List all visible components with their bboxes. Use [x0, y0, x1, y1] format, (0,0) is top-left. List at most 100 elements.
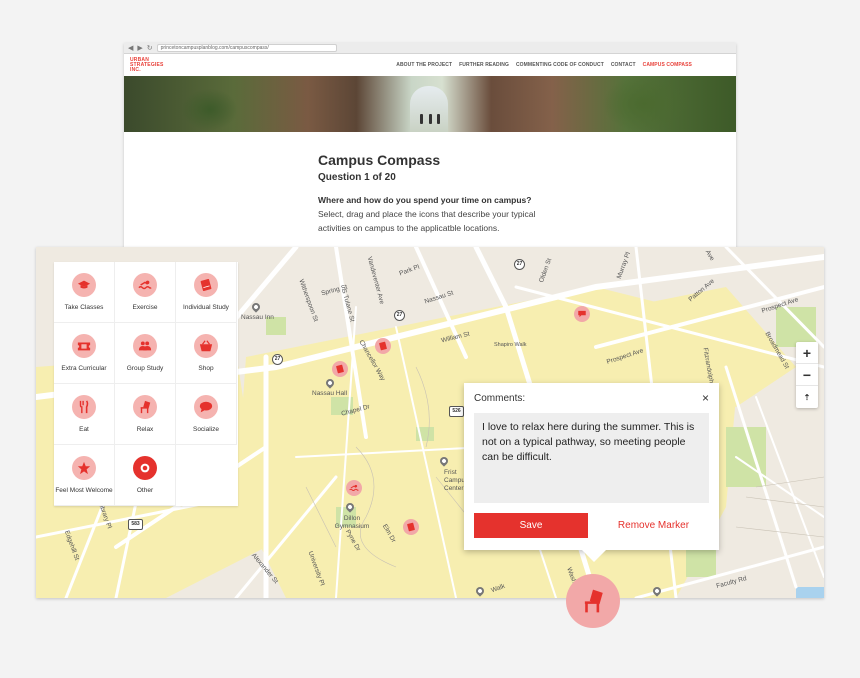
- page-title: Campus Compass: [318, 152, 441, 168]
- palette-icon-bg: [194, 395, 218, 419]
- nav-code-of-conduct[interactable]: COMMENTING CODE OF CONDUCT: [516, 62, 604, 68]
- question-counter: Question 1 of 20: [318, 172, 396, 183]
- star-icon: [77, 461, 91, 475]
- map-label-nassau-inn: Nassau Inn: [241, 314, 274, 321]
- save-button[interactable]: Save: [474, 513, 588, 538]
- group-icon: [138, 341, 152, 351]
- address-bar-row: ◀ ▶ ↻ princetoncampusplanblog.com/campus…: [124, 43, 736, 54]
- swimmer-icon: [349, 484, 359, 491]
- zoom-in-button[interactable]: +: [796, 342, 818, 364]
- chair-icon: [584, 589, 603, 613]
- palette-exercise[interactable]: Exercise: [115, 262, 176, 323]
- palette-eat[interactable]: Eat: [54, 384, 115, 445]
- palette-take-classes[interactable]: Take Classes: [54, 262, 115, 323]
- palette-icon-bg: [72, 395, 96, 419]
- selected-marker-relax[interactable]: [566, 574, 620, 628]
- popup-title: Comments:: [474, 392, 526, 404]
- palette-icon-bg: [194, 334, 218, 358]
- palette-label: Group Study: [126, 365, 164, 372]
- book-icon: [379, 341, 387, 351]
- map-label-nassau-hall: Nassau Hall: [312, 390, 348, 397]
- route-shield-583: 583: [128, 519, 143, 530]
- person: [420, 114, 423, 124]
- popup-header: Comments: ×: [464, 383, 719, 413]
- archway: [410, 86, 448, 132]
- map-marker-individual-study[interactable]: [332, 361, 348, 377]
- page-content: Campus Compass Question 1 of 20 Where an…: [124, 132, 736, 235]
- popup-actions: Save Remove Marker: [464, 513, 719, 538]
- ticket-icon: [77, 342, 91, 351]
- palette-label: Exercise: [132, 304, 158, 311]
- palette-label: Extra Curricular: [61, 365, 107, 372]
- nav-campus-compass[interactable]: CAMPUS COMPASS: [643, 62, 692, 68]
- route-shield-27: 27: [394, 310, 405, 321]
- nav-about[interactable]: ABOUT THE PROJECT: [396, 62, 452, 68]
- palette-icon-bg: [72, 456, 96, 480]
- route-shield-526: 526: [449, 406, 464, 417]
- palette-relax[interactable]: Relax: [115, 384, 176, 445]
- swimmer-icon: [138, 280, 152, 290]
- browser-window: ◀ ▶ ↻ princetoncampusplanblog.com/campus…: [124, 43, 736, 253]
- site-logo[interactable]: URBAN STRATEGIES INC.: [130, 57, 164, 73]
- reload-icon[interactable]: ↻: [147, 44, 153, 52]
- nav-contact[interactable]: CONTACT: [611, 62, 636, 68]
- remove-marker-button[interactable]: Remove Marker: [588, 520, 719, 531]
- chat-icon: [578, 310, 586, 318]
- palette-icon-bg: [72, 334, 96, 358]
- utensils-icon: [79, 400, 89, 414]
- palette-label: Feel Most Welcome: [55, 487, 113, 494]
- forward-icon[interactable]: ▶: [137, 44, 142, 52]
- zoom-out-button[interactable]: −: [796, 364, 818, 386]
- palette-icon-bg: [133, 273, 157, 297]
- palette-icon-bg: [194, 273, 218, 297]
- palette-individual-study[interactable]: Individual Study: [176, 262, 237, 323]
- person: [429, 114, 432, 124]
- palette-icon-bg: [133, 395, 157, 419]
- palette-label: Shop: [198, 365, 214, 372]
- chair-icon: [140, 400, 151, 414]
- map-marker-individual-study[interactable]: [403, 519, 419, 535]
- palette-label: Socialize: [192, 426, 219, 433]
- book-icon: [336, 364, 344, 374]
- palette-socialize[interactable]: Socialize: [176, 384, 237, 445]
- question-prompt: Where and how do you spend your time on …: [318, 195, 532, 205]
- palette-feel-most-welcome[interactable]: Feel Most Welcome: [54, 445, 115, 506]
- graduation-cap-icon: [77, 280, 91, 289]
- route-shield-27: 27: [514, 259, 525, 270]
- target-icon: [140, 463, 150, 473]
- palette-icon-bg: [72, 273, 96, 297]
- comment-popup: Comments: × I love to relax here during …: [464, 383, 719, 562]
- url-field[interactable]: princetoncampusplanblog.com/campuscompas…: [156, 44, 337, 52]
- compass-button[interactable]: ⇡: [796, 386, 818, 408]
- basket-icon: [199, 340, 213, 352]
- palette-other[interactable]: Other: [115, 445, 176, 506]
- book-icon: [407, 522, 415, 532]
- palette-label: Individual Study: [183, 304, 229, 311]
- palette-label: Other: [136, 487, 154, 494]
- question-description: Select, drag and place the icons that de…: [318, 209, 536, 233]
- chat-icon: [199, 401, 213, 413]
- map-marker-socialize[interactable]: [574, 306, 590, 322]
- zoom-controls: + − ⇡: [796, 342, 818, 408]
- map-label-shapiro: Shapiro Walk: [494, 342, 527, 348]
- hero-image: [124, 76, 736, 132]
- activity-palette: Take Classes Exercise Individual Study E…: [54, 262, 238, 506]
- close-icon[interactable]: ×: [702, 391, 709, 405]
- palette-icon-bg: [133, 334, 157, 358]
- map-label-dillon: Dillon Gymnasium: [334, 515, 370, 530]
- palette-extra-curricular[interactable]: Extra Curricular: [54, 323, 115, 384]
- site-nav: ABOUT THE PROJECT FURTHER READING COMMEN…: [396, 62, 692, 68]
- map-marker-exercise[interactable]: [346, 480, 362, 496]
- nav-further-reading[interactable]: FURTHER READING: [459, 62, 509, 68]
- map-marker-individual-study[interactable]: [375, 338, 391, 354]
- back-icon[interactable]: ◀: [128, 44, 133, 52]
- palette-empty-cell: [176, 445, 237, 506]
- site-header: URBAN STRATEGIES INC. ABOUT THE PROJECT …: [124, 54, 736, 76]
- route-shield-27: 27: [272, 354, 283, 365]
- palette-group-study[interactable]: Group Study: [115, 323, 176, 384]
- palette-label: Eat: [79, 426, 89, 433]
- palette-label: Relax: [136, 426, 154, 433]
- palette-label: Take Classes: [64, 304, 104, 311]
- comment-textarea[interactable]: I love to relax here during the summer. …: [474, 413, 709, 503]
- palette-shop[interactable]: Shop: [176, 323, 237, 384]
